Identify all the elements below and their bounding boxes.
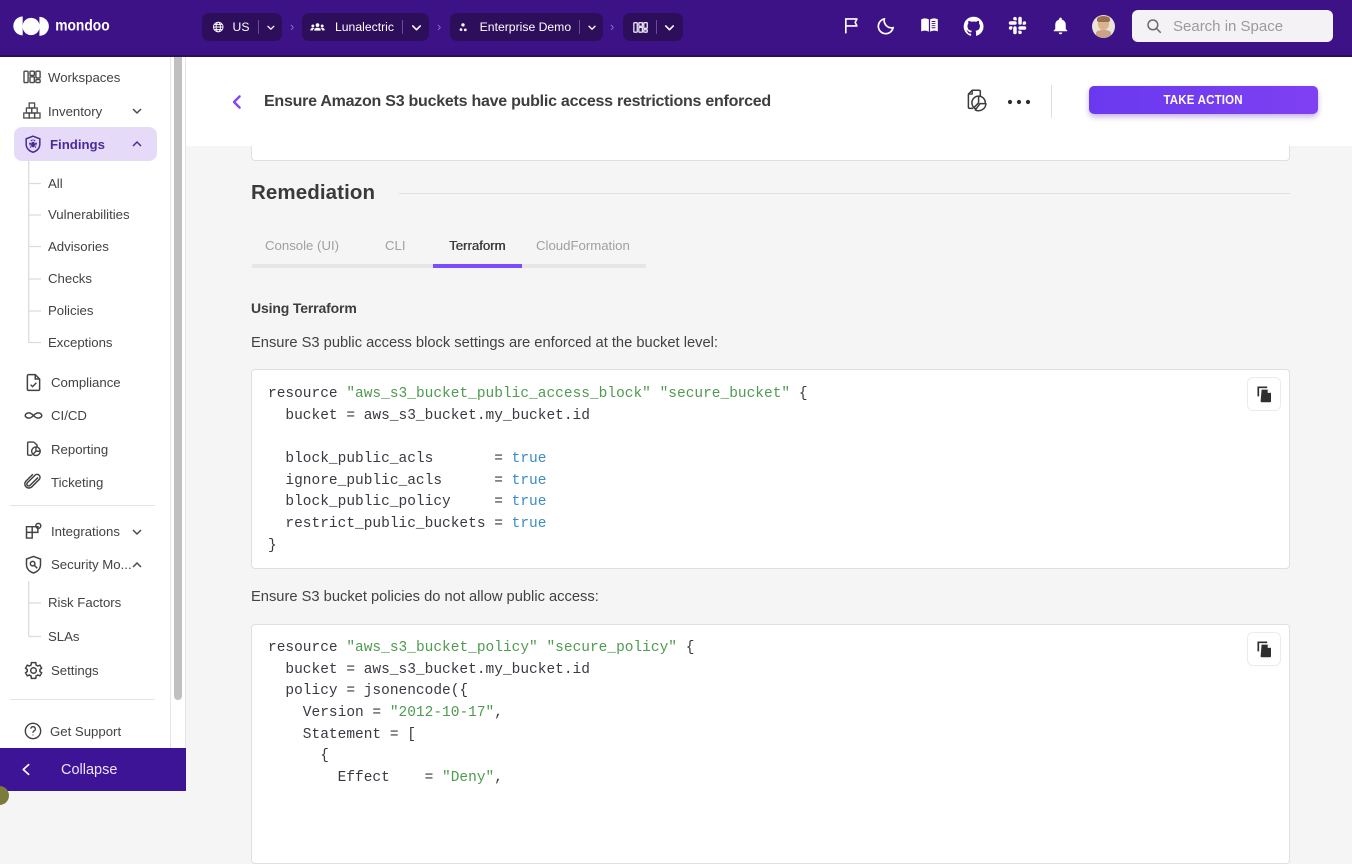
- svg-text:mondoo: mondoo: [55, 18, 109, 35]
